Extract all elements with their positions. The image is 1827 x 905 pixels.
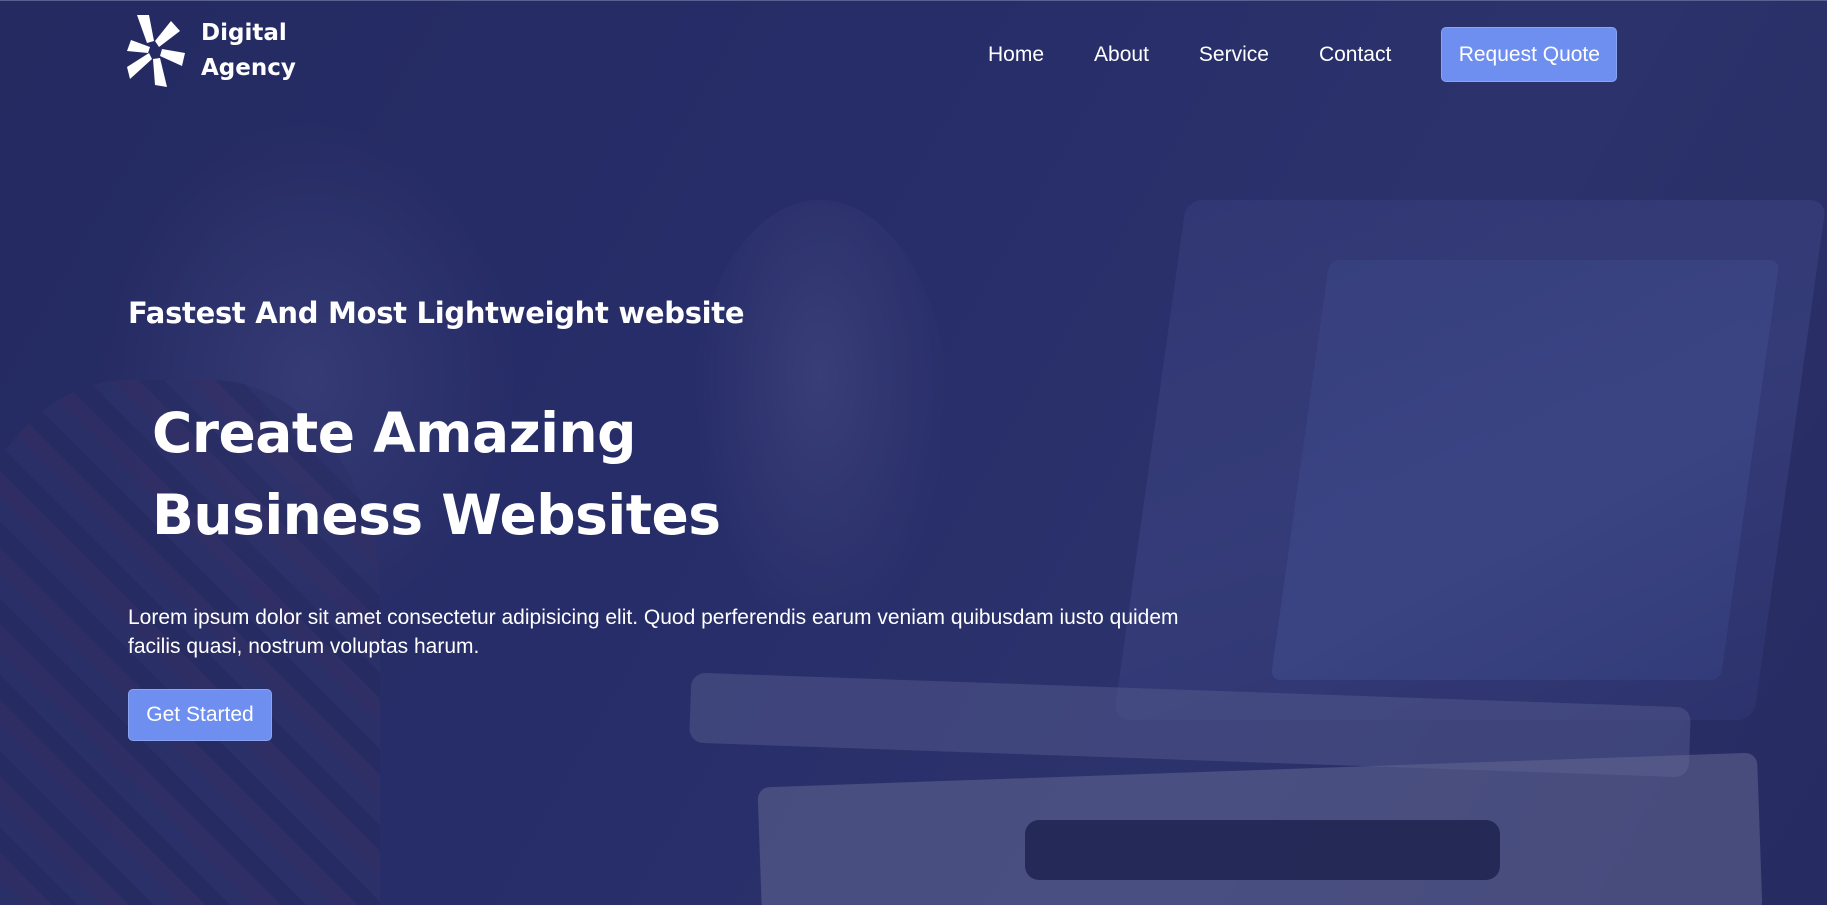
- pinwheel-logo-icon: [127, 13, 187, 89]
- brand-logo[interactable]: Digital Agency: [127, 13, 296, 89]
- brand-name: Digital Agency: [201, 16, 296, 86]
- nav-about[interactable]: About: [1094, 28, 1149, 82]
- nav-home[interactable]: Home: [988, 28, 1044, 82]
- hero-description: Lorem ipsum dolor sit amet consectetur a…: [128, 606, 1179, 658]
- hero-headline: Create Amazing Business Websites: [152, 392, 721, 556]
- hero-tagline: Fastest And Most Lightweight website: [128, 296, 745, 330]
- brand-name-line2: Agency: [201, 55, 296, 81]
- get-started-button[interactable]: Get Started: [128, 689, 272, 741]
- hero-headline-line1: Create Amazing: [152, 401, 637, 465]
- nav-contact[interactable]: Contact: [1319, 28, 1391, 82]
- brand-name-line1: Digital: [201, 20, 287, 46]
- hero-headline-line2: Business Websites: [152, 483, 721, 547]
- nav-service[interactable]: Service: [1199, 28, 1269, 82]
- main-nav: Home About Service Contact Request Quote: [988, 27, 1618, 82]
- hero-section: Digital Agency Home About Service Contac…: [0, 0, 1827, 905]
- request-quote-button[interactable]: Request Quote: [1441, 27, 1618, 82]
- site-header: Digital Agency Home About Service Contac…: [0, 0, 1827, 109]
